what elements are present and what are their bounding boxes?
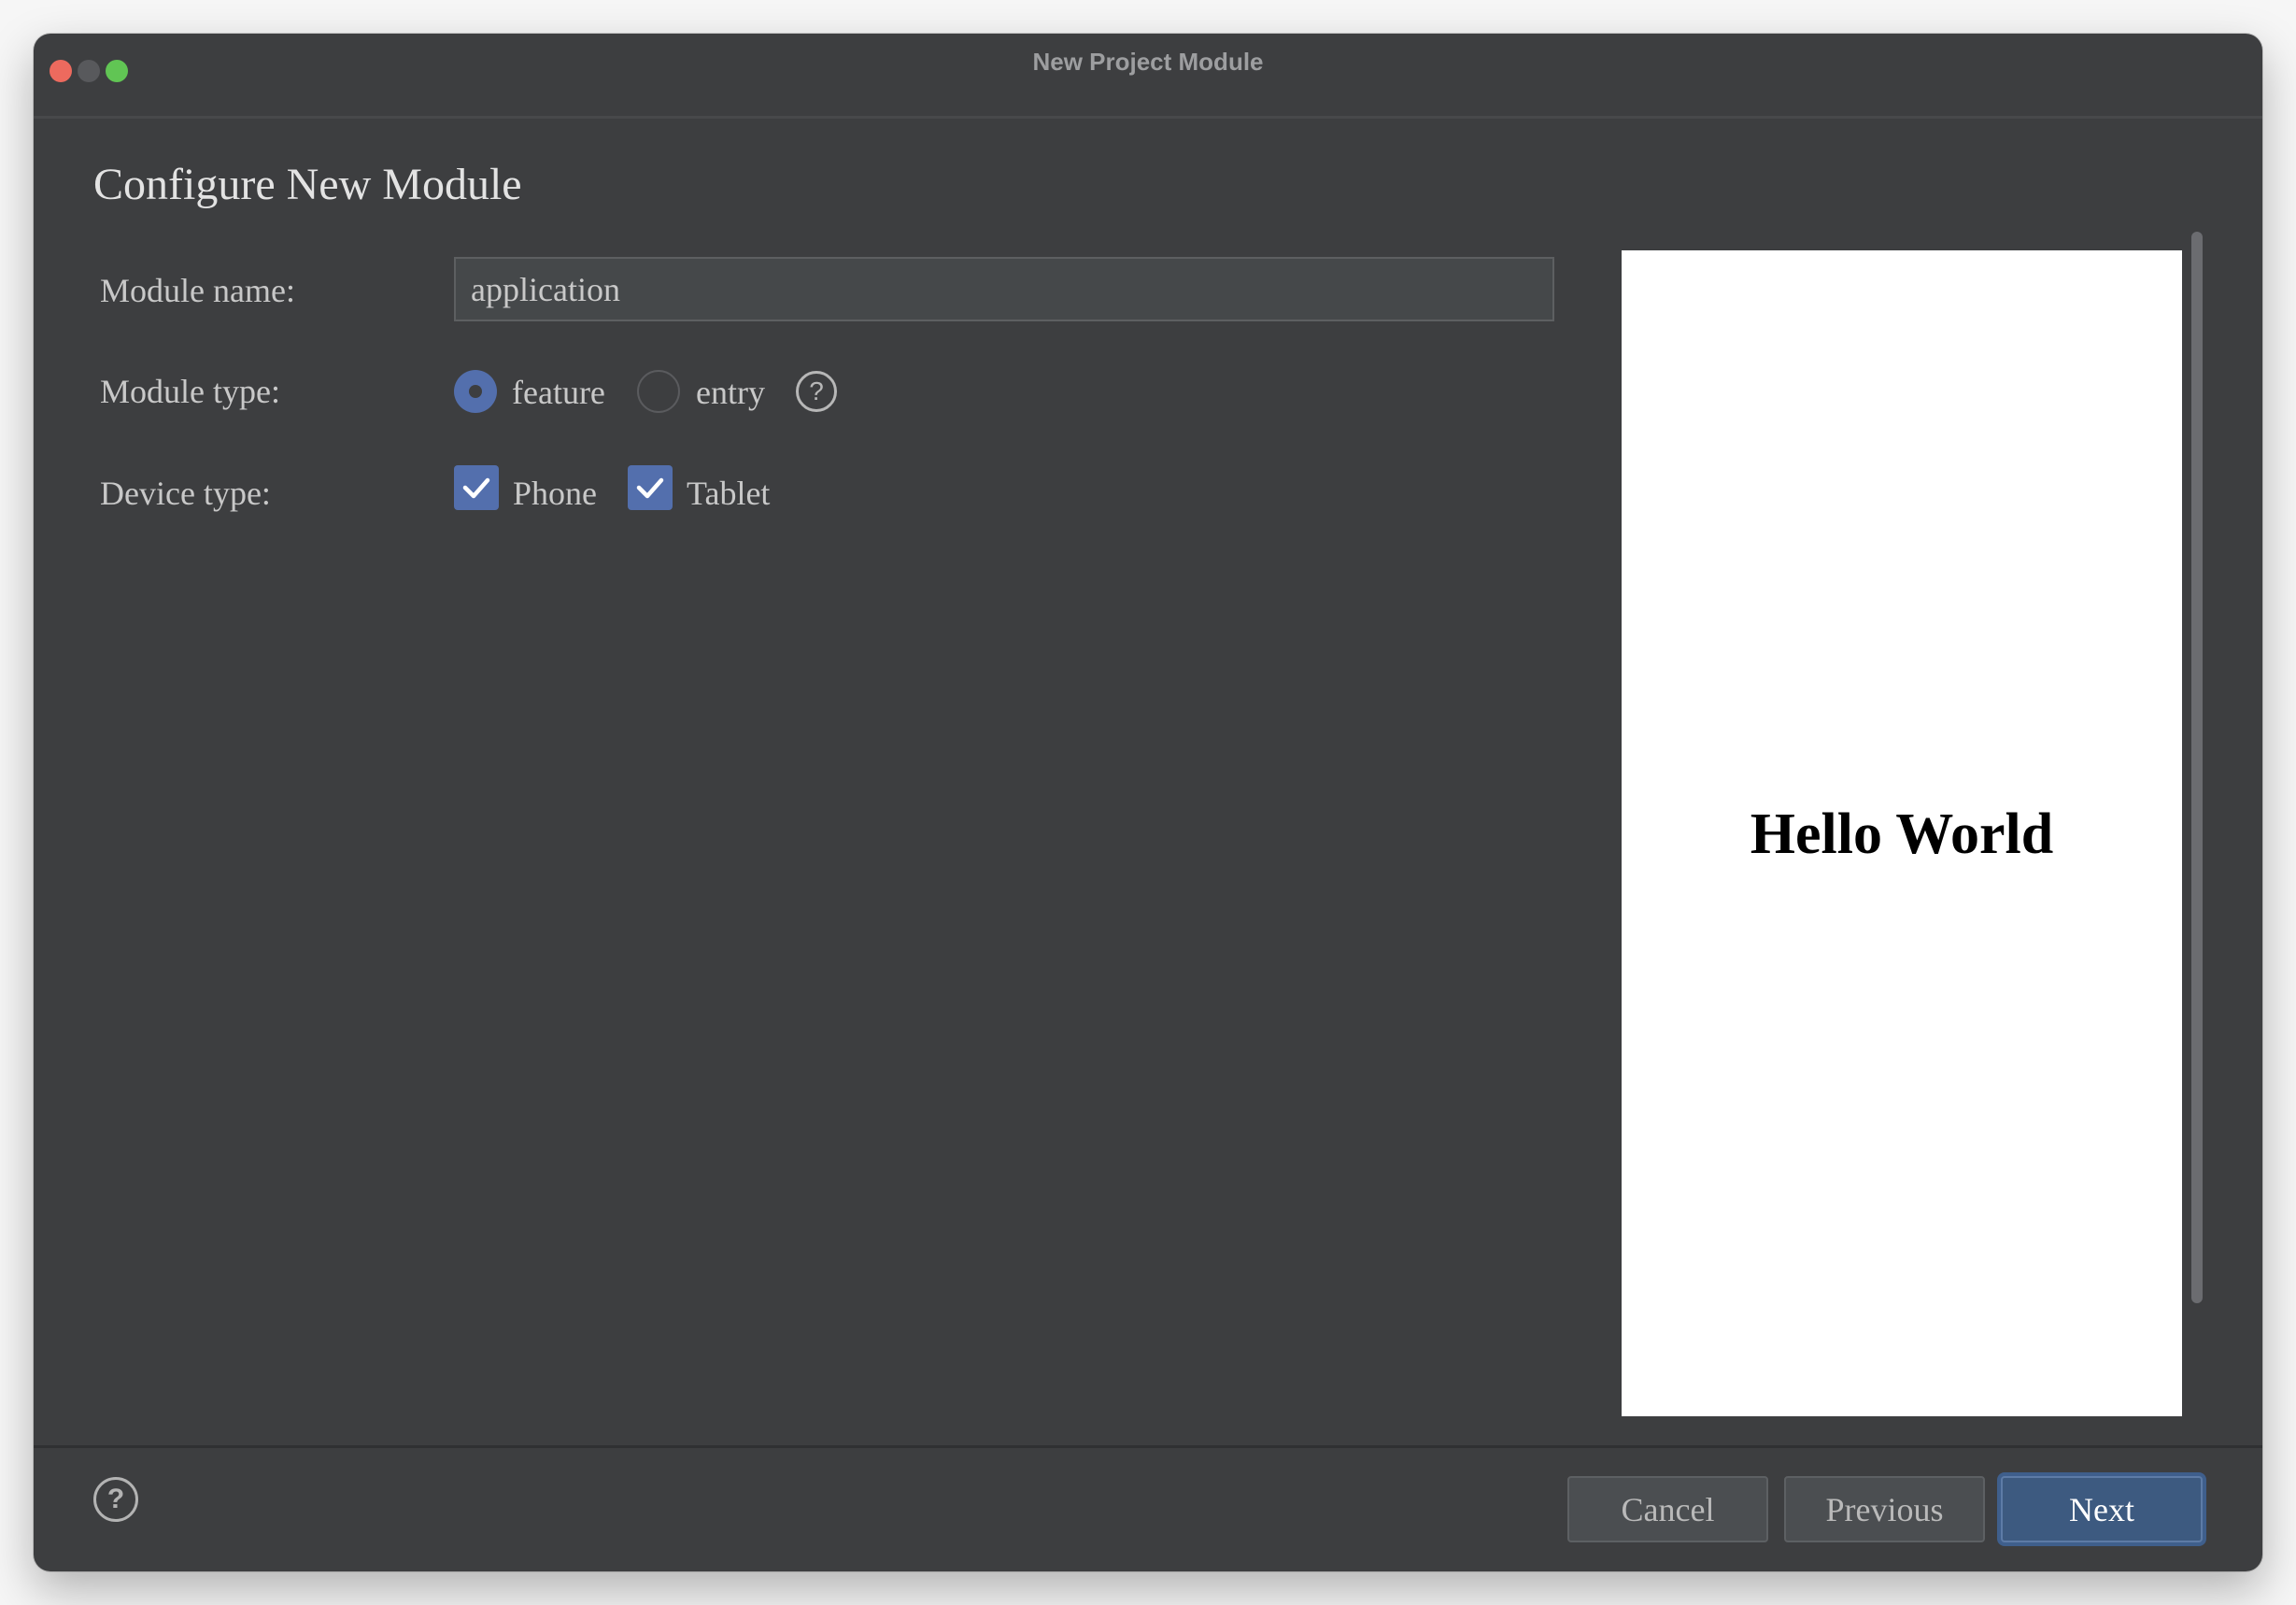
next-button[interactable]: Next [2001,1476,2203,1542]
footer-divider [34,1445,2262,1448]
checkbox-tablet-label[interactable]: Tablet [687,473,770,514]
radio-entry-label[interactable]: entry [696,372,765,413]
device-type-label: Device type: [100,475,271,512]
module-type-help-icon[interactable]: ? [796,371,837,412]
preview-hello-world-text: Hello World [1750,802,2054,866]
window-title: New Project Module [1032,48,1264,76]
check-icon [462,477,490,499]
check-icon [636,477,664,499]
help-icon[interactable]: ? [93,1477,138,1522]
checkbox-tablet[interactable] [628,465,673,510]
checkbox-phone-label[interactable]: Phone [513,473,597,514]
previous-button[interactable]: Previous [1784,1476,1985,1542]
page-title: Configure New Module [93,160,522,209]
preview-scrollbar[interactable] [2191,232,2203,1303]
module-name-input[interactable] [454,257,1554,321]
radio-feature[interactable] [454,370,497,413]
module-type-label: Module type: [100,373,280,410]
preview-panel: Hello World [1622,250,2182,1416]
radio-entry[interactable] [637,370,680,413]
checkbox-phone[interactable] [454,465,499,510]
radio-feature-label[interactable]: feature [512,372,605,413]
dialog-window: New Project Module Configure New Module … [34,34,2262,1571]
title-bar[interactable]: New Project Module [34,34,2262,119]
cancel-button[interactable]: Cancel [1567,1476,1768,1542]
module-name-label: Module name: [100,272,295,309]
